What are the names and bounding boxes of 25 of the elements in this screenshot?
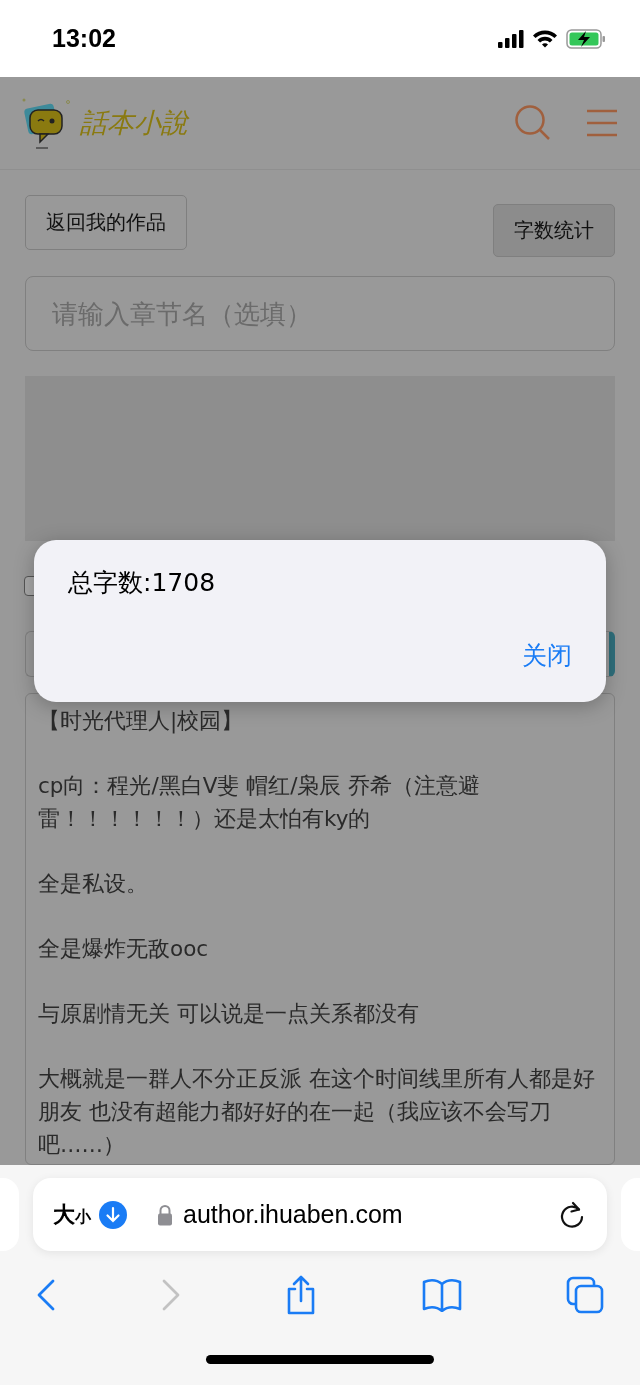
- content-paragraph: 全是私设。: [38, 870, 149, 898]
- book-icon[interactable]: [421, 1278, 462, 1312]
- dialog-message: 总字数:1708: [68, 567, 216, 599]
- address-bar[interactable]: 大小 author.ihuaben.com: [33, 1178, 607, 1251]
- content-paragraph: 大概就是一群人不分正反派 在这个时间线里所有人都是好朋友 也没有超能力都好好的在一起（我应该不会写刀吧……）: [38, 1065, 596, 1159]
- share-icon[interactable]: [285, 1275, 317, 1315]
- content-paragraph: cp向：程光/黑白V斐 帽红/枭辰 乔希（注意避雷！！！！！！）还是太怕有ky的: [38, 772, 482, 833]
- content-paragraph: 【时光代理人|校园】: [38, 707, 245, 736]
- status-time: 13:02: [52, 24, 116, 53]
- close-button[interactable]: 关闭: [522, 639, 572, 672]
- reload-icon[interactable]: [559, 1200, 585, 1229]
- word-count-button[interactable]: 字数统计: [493, 204, 615, 257]
- battery-icon: [566, 28, 606, 49]
- back-to-works-button[interactable]: 返回我的作品: [25, 195, 187, 250]
- tabs-icon[interactable]: [566, 1276, 604, 1314]
- lock-icon: [157, 1203, 173, 1226]
- download-icon[interactable]: [99, 1200, 127, 1229]
- content-paragraph: 全是爆炸无敌ooc: [38, 935, 210, 963]
- text-size-button[interactable]: 大小: [53, 1199, 91, 1230]
- logo-text: 話本小說: [80, 106, 188, 140]
- signal-icon: [498, 29, 524, 48]
- wifi-icon: [532, 29, 558, 48]
- back-icon[interactable]: [36, 1279, 56, 1311]
- url-text: author.ihuaben.com: [183, 1200, 403, 1229]
- content-paragraph: 与原剧情无关 可以说是一点关系都没有: [38, 1000, 420, 1028]
